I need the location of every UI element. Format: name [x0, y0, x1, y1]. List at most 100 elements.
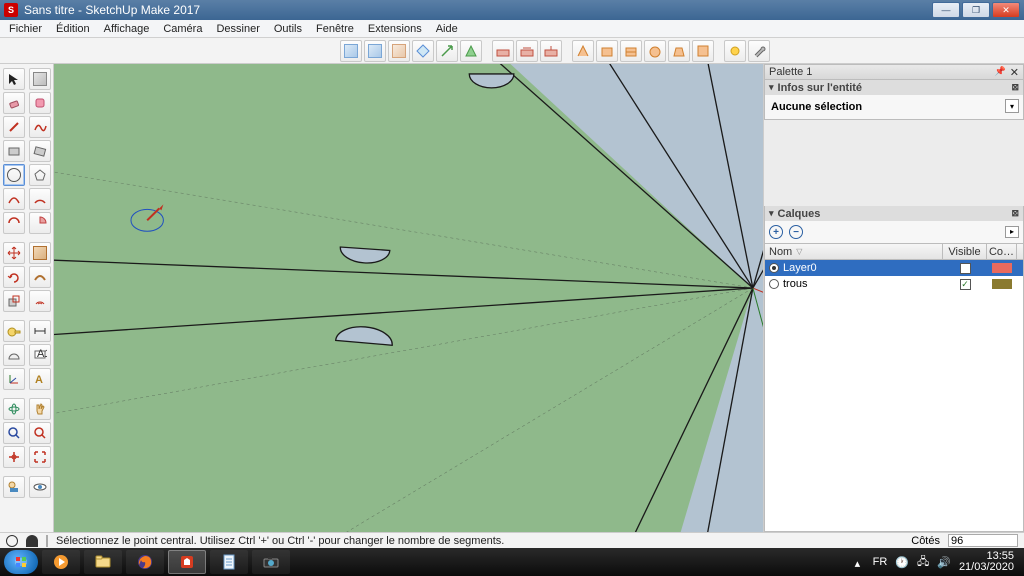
taskbar-firefox-icon[interactable] — [126, 550, 164, 574]
tool-orange3-icon[interactable] — [620, 40, 642, 62]
zoom-tool-icon[interactable] — [3, 422, 25, 444]
offset-tool-icon[interactable] — [29, 290, 51, 312]
entity-menu-button[interactable]: ▾ — [1005, 99, 1019, 113]
menu-camera[interactable]: Caméra — [156, 21, 209, 37]
tray-clock[interactable]: 13:55 21/03/2020 — [959, 551, 1014, 573]
text-tool-icon[interactable]: A1 — [29, 344, 51, 366]
tray-overflow-icon[interactable]: ▴ — [855, 557, 865, 567]
3dtext-tool-icon[interactable]: A — [29, 368, 51, 390]
entity-info-header[interactable]: ▾ Infos sur l'entité ⊠ — [765, 80, 1023, 95]
pie-tool-icon[interactable] — [29, 212, 51, 234]
layer-visible-checkbox[interactable] — [960, 263, 971, 274]
select-tool-icon[interactable] — [3, 68, 25, 90]
look-tool-icon[interactable] — [29, 476, 51, 498]
menu-edit[interactable]: Édition — [49, 21, 97, 37]
taskbar-mediaplayer-icon[interactable] — [42, 550, 80, 574]
tool-green-icon[interactable] — [460, 40, 482, 62]
tool-redplane2-icon[interactable] — [516, 40, 538, 62]
scale-tool-icon[interactable] — [3, 290, 25, 312]
followme-tool-icon[interactable] — [29, 266, 51, 288]
menu-view[interactable]: Affichage — [97, 21, 157, 37]
dimension-tool-icon[interactable] — [29, 320, 51, 342]
zoomext-tool-icon[interactable] — [29, 422, 51, 444]
close-button[interactable]: ✕ — [992, 2, 1020, 18]
tape-tool-icon[interactable] — [3, 320, 25, 342]
col-color-header[interactable]: Co… — [987, 244, 1017, 259]
paint-tool-icon[interactable] — [29, 92, 51, 114]
tool-orange4-icon[interactable] — [644, 40, 666, 62]
layer-color-swatch[interactable] — [992, 263, 1012, 273]
menu-tools[interactable]: Outils — [267, 21, 309, 37]
tool-redplane3-icon[interactable] — [540, 40, 562, 62]
palette-pin-icon[interactable]: 📌 — [995, 66, 1006, 79]
taskbar-sketchup-icon[interactable] — [168, 550, 206, 574]
layer-color-swatch[interactable] — [992, 279, 1012, 289]
tool-box1-icon[interactable] — [340, 40, 362, 62]
zoomwin-tool-icon[interactable] — [3, 446, 25, 468]
tray-lang[interactable]: FR — [873, 556, 888, 568]
entity-close-icon[interactable]: ⊠ — [1011, 82, 1019, 93]
eraser-tool-icon[interactable] — [3, 92, 25, 114]
layer-active-radio[interactable] — [769, 279, 779, 289]
position-camera-tool-icon[interactable] — [3, 476, 25, 498]
taskbar-explorer-icon[interactable] — [84, 550, 122, 574]
tool-orange6-icon[interactable] — [692, 40, 714, 62]
previous-tool-icon[interactable] — [29, 446, 51, 468]
protractor-tool-icon[interactable] — [3, 344, 25, 366]
geolocation-icon[interactable] — [6, 535, 18, 547]
menu-draw[interactable]: Dessiner — [209, 21, 266, 37]
layer-visible-checkbox[interactable]: ✓ — [960, 279, 971, 290]
menu-window[interactable]: Fenêtre — [309, 21, 361, 37]
freehand-tool-icon[interactable] — [29, 116, 51, 138]
taskbar-notepad-icon[interactable] — [210, 550, 248, 574]
polygon-tool-icon[interactable] — [29, 164, 51, 186]
arc2-tool-icon[interactable] — [29, 188, 51, 210]
axes-tool-icon[interactable] — [3, 368, 25, 390]
minimize-button[interactable]: — — [932, 2, 960, 18]
arc3-tool-icon[interactable] — [3, 212, 25, 234]
taskbar-camera-icon[interactable] — [252, 550, 290, 574]
rotrect-tool-icon[interactable] — [29, 140, 51, 162]
component-tool-icon[interactable] — [29, 68, 51, 90]
orbit-tool-icon[interactable] — [3, 398, 25, 420]
tool-arrow-icon[interactable] — [436, 40, 458, 62]
vcr-input[interactable] — [948, 534, 1018, 547]
col-visible-header[interactable]: Visible — [943, 244, 987, 259]
start-button[interactable] — [4, 550, 38, 574]
col-name-header[interactable]: Nom ▽ — [765, 244, 943, 259]
tool-orange5-icon[interactable] — [668, 40, 690, 62]
menu-file[interactable]: Fichier — [2, 21, 49, 37]
rect-tool-icon[interactable] — [3, 140, 25, 162]
credits-icon[interactable] — [26, 535, 38, 547]
viewport[interactable] — [54, 64, 764, 532]
tray-clock-icon[interactable]: 🕐 — [895, 556, 909, 569]
rotate-tool-icon[interactable] — [3, 266, 25, 288]
layer-active-radio[interactable] — [769, 263, 779, 273]
menu-help[interactable]: Aide — [429, 21, 465, 37]
layer-row[interactable]: Layer0 — [765, 260, 1023, 276]
pan-tool-icon[interactable] — [29, 398, 51, 420]
tool-diamond-icon[interactable] — [412, 40, 434, 62]
menu-extensions[interactable]: Extensions — [361, 21, 429, 37]
maximize-button[interactable]: ❐ — [962, 2, 990, 18]
layers-header[interactable]: ▾ Calques ⊠ — [765, 206, 1023, 221]
arc-tool-icon[interactable] — [3, 188, 25, 210]
move-tool-icon[interactable] — [3, 242, 25, 264]
line-tool-icon[interactable] — [3, 116, 25, 138]
palette-header[interactable]: Palette 1 📌✕ — [764, 64, 1024, 80]
add-layer-button[interactable]: + — [769, 225, 783, 239]
pushpull-tool-icon[interactable] — [29, 242, 51, 264]
tool-wrench-icon[interactable] — [748, 40, 770, 62]
tool-sun-icon[interactable] — [724, 40, 746, 62]
tool-box2-icon[interactable] — [364, 40, 386, 62]
tool-redplane-icon[interactable] — [492, 40, 514, 62]
tool-orange1-icon[interactable] — [572, 40, 594, 62]
tray-network-icon[interactable]: 🖧 — [917, 553, 929, 572]
layers-close-icon[interactable]: ⊠ — [1011, 208, 1019, 219]
palette-close-icon[interactable]: ✕ — [1010, 66, 1019, 79]
tool-orange2-icon[interactable] — [596, 40, 618, 62]
layer-row[interactable]: trous ✓ — [765, 276, 1023, 292]
tool-box3-icon[interactable] — [388, 40, 410, 62]
layer-menu-button[interactable]: ▸ — [1005, 226, 1019, 238]
remove-layer-button[interactable]: − — [789, 225, 803, 239]
